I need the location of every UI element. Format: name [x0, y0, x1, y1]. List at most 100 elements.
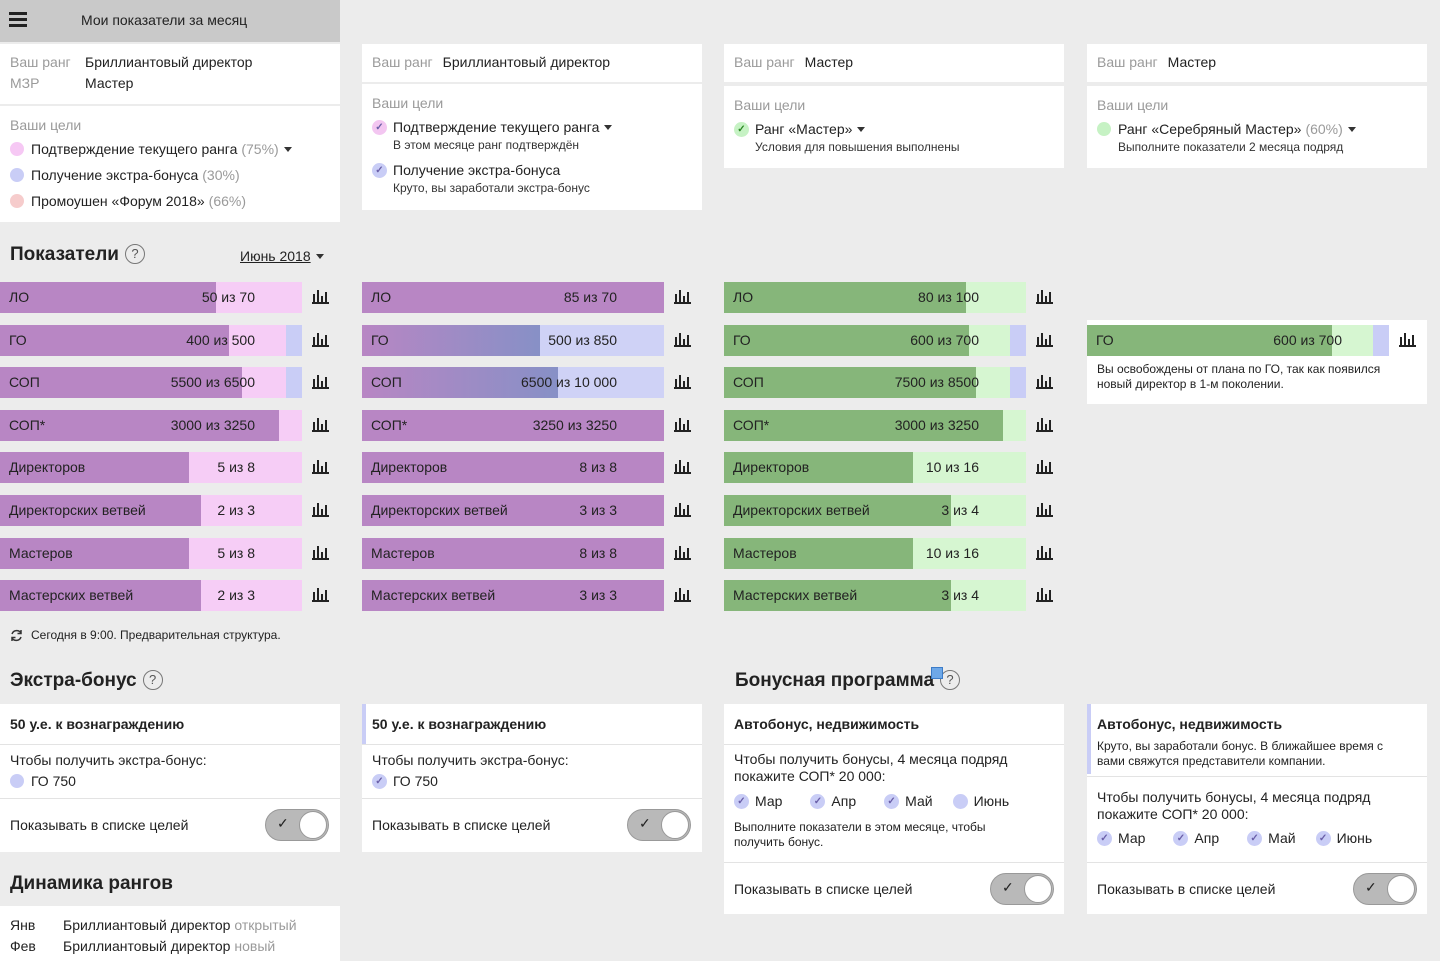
show-in-goals-toggle[interactable]: ✓	[265, 809, 329, 841]
metric-bar[interactable]: Директорских ветвей 3 из 4	[724, 495, 1026, 526]
metric-label: ЛО	[371, 289, 392, 305]
bar-chart-icon[interactable]	[1036, 417, 1053, 432]
goal-row: ✓ Ранг «Мастер»	[734, 119, 1054, 139]
bar-chart-icon[interactable]	[312, 417, 329, 432]
goal-row: Ранг «Серебряный Мастер» (60%)	[1097, 119, 1417, 139]
goal-item[interactable]: Подтверждение текущего ранга (75%)	[10, 139, 330, 159]
metric-bar[interactable]: ЛО 80 из 100	[724, 282, 1026, 313]
chevron-down-icon[interactable]	[283, 146, 292, 152]
metric-bar[interactable]: Директоров 10 из 16	[724, 452, 1026, 484]
comment-marker-icon[interactable]	[931, 667, 943, 679]
bar-chart-icon[interactable]	[1036, 290, 1053, 304]
metric-bar[interactable]: Мастерских ветвей 3 из 4	[724, 580, 1026, 612]
metric-bar[interactable]: Мастеров 5 из 8	[0, 537, 302, 569]
metric-value: 5 из 8	[217, 544, 255, 561]
metric-bar[interactable]: Директорских ветвей 2 из 3	[0, 495, 302, 526]
show-in-goals-toggle[interactable]: ✓	[627, 809, 691, 841]
bar-chart-icon[interactable]	[674, 588, 691, 603]
metric-bar[interactable]: СОП* 3250 из 3250	[362, 409, 664, 441]
extra-bonus-section-title: Экстра-бонус?	[10, 670, 163, 692]
chevron-down-icon[interactable]	[604, 124, 613, 130]
goal-item[interactable]: ✓ Ранг «Мастер» Условия для повышения выпо…	[734, 119, 1054, 154]
metric-bar[interactable]: ГО 600 из 700	[1087, 325, 1389, 356]
goal-item[interactable]: Ранг «Серебряный Мастер» (60%) Выполните п…	[1097, 119, 1417, 154]
goal-item[interactable]: ✓ Получение экстра-бонуса Круто, вы зарабо…	[372, 160, 692, 195]
bar-chart-icon[interactable]	[312, 460, 329, 475]
metric-label: Мастеров	[371, 544, 435, 561]
metric-bar[interactable]: СОП 5500 из 6500	[0, 367, 302, 399]
extra-bonus-goal: ГО 750	[10, 771, 76, 791]
show-in-goals-toggle[interactable]: ✓	[1353, 873, 1417, 905]
bar-chart-icon[interactable]	[312, 503, 329, 517]
metric-label: Мастерских ветвей	[733, 587, 858, 604]
rank-card-2: Ваш ранг Бриллиантовый директор	[362, 44, 702, 82]
bar-chart-icon[interactable]	[1399, 333, 1416, 347]
goal-row: Промоушен «Форум 2018» (66%)	[10, 191, 330, 211]
metric-bar[interactable]: Мастерских ветвей 2 из 3	[0, 580, 302, 612]
bar-chart-icon[interactable]	[312, 332, 329, 347]
goal-item[interactable]: Промоушен «Форум 2018» (66%)	[10, 191, 330, 211]
metric-bar[interactable]: СОП* 3000 из 3250	[724, 409, 1026, 441]
goals-heading: Ваши цели	[10, 117, 82, 133]
metric-label: Мастеров	[9, 544, 73, 561]
metrics-title: Показатели	[10, 244, 119, 265]
refresh-icon[interactable]	[10, 629, 23, 642]
help-icon[interactable]: ?	[940, 670, 961, 690]
metric-bar[interactable]: ГО 400 из 500	[0, 324, 302, 356]
metric-label: СОП*	[371, 416, 408, 433]
bar-chart-icon[interactable]	[312, 290, 329, 304]
metric-label: ЛО	[733, 289, 754, 305]
metric-label: Директоров	[9, 459, 86, 476]
show-in-goals-label: Показывать в списке целей	[10, 817, 189, 833]
bar-chart-icon[interactable]	[1036, 545, 1053, 560]
show-in-goals-toggle[interactable]: ✓	[990, 873, 1054, 905]
metric-bar[interactable]: СОП 7500 из 8500	[724, 367, 1026, 399]
bar-chart-icon[interactable]	[312, 588, 329, 603]
goal-item[interactable]: Получение экстра-бонуса (30%)	[10, 165, 330, 185]
help-icon[interactable]: ?	[124, 244, 145, 264]
hamburger-menu-icon[interactable]	[9, 12, 27, 28]
bar-chart-icon[interactable]	[674, 375, 691, 390]
metric-bar[interactable]: ГО 500 из 850	[362, 324, 664, 356]
bar-chart-icon[interactable]	[674, 417, 691, 432]
metric-bar[interactable]: Мастеров 10 из 16	[724, 537, 1026, 569]
rank-status: открытый	[234, 917, 297, 933]
metric-bar[interactable]: ЛО 85 из 70	[362, 282, 664, 313]
bar-chart-icon[interactable]	[674, 332, 691, 347]
check-icon: ✓	[1097, 830, 1112, 846]
bar-chart-icon[interactable]	[674, 460, 691, 475]
bar-chart-icon[interactable]	[1036, 332, 1053, 347]
metric-value: 3 из 3	[579, 587, 617, 604]
metric-bar[interactable]: СОП* 3000 из 3250	[0, 409, 302, 441]
goal-item[interactable]: ✓ Подтверждение текущего ранга В этом меся…	[372, 117, 692, 152]
metric-bar[interactable]: Директоров 8 из 8	[362, 452, 664, 484]
bar-chart-icon[interactable]	[1036, 375, 1053, 390]
bar-chart-icon[interactable]	[674, 290, 691, 304]
check-icon: ✓	[1315, 830, 1331, 846]
metric-bar[interactable]: Мастеров 8 из 8	[362, 537, 664, 569]
metric-bar[interactable]: Директоров 5 из 8	[0, 452, 302, 484]
metric-label: Директоров	[733, 459, 810, 476]
goals-heading: Ваши цели	[1097, 97, 1169, 113]
metric-bar[interactable]: Мастерских ветвей 3 из 3	[362, 580, 664, 612]
bar-chart-icon[interactable]	[1036, 503, 1053, 517]
month-label: Мар	[1118, 830, 1146, 846]
metric-bar[interactable]: СОП 6500 из 10 000	[362, 367, 664, 399]
metric-bar[interactable]: Директорских ветвей 3 из 3	[362, 495, 664, 526]
metric-bar[interactable]: ГО 600 из 700	[724, 324, 1026, 356]
help-icon[interactable]: ?	[142, 670, 163, 690]
bar-chart-icon[interactable]	[1036, 460, 1053, 475]
goal-text: Подтверждение текущего ранга	[31, 141, 238, 157]
chevron-down-icon[interactable]	[857, 126, 866, 132]
bar-chart-icon[interactable]	[312, 545, 329, 560]
bar-chart-icon[interactable]	[1036, 588, 1053, 603]
bar-chart-icon[interactable]	[674, 503, 691, 517]
metric-bar[interactable]: ЛО 50 из 70	[0, 282, 302, 313]
chevron-down-icon[interactable]	[1347, 126, 1356, 132]
bar-chart-icon[interactable]	[674, 545, 691, 560]
bar-chart-icon[interactable]	[312, 375, 329, 390]
metric-value: 500 из 850	[548, 331, 617, 348]
metric-label: Директорских ветвей	[9, 502, 146, 518]
goal-status-dot	[10, 194, 24, 208]
period-selector[interactable]: Июнь 2018	[240, 248, 324, 264]
